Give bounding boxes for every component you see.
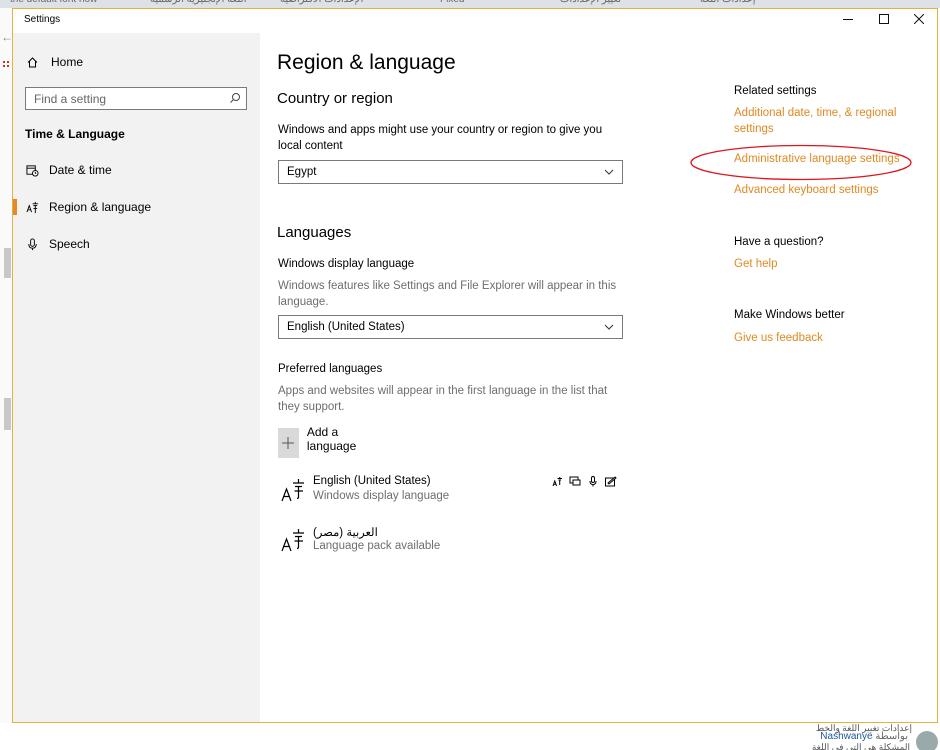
- administrative-language-link[interactable]: Administrative language settings: [734, 152, 900, 168]
- settings-window: Home Time & Language Date & time Region …: [12, 8, 938, 723]
- apps-grid-icon[interactable]: [2, 60, 10, 68]
- avatar[interactable]: [916, 731, 938, 750]
- feedback-heading: Make Windows better: [734, 309, 845, 321]
- advanced-keyboard-link[interactable]: Advanced keyboard settings: [734, 183, 878, 199]
- preferred-languages-description: Apps and websites will appear in the fir…: [278, 385, 608, 413]
- get-help-link[interactable]: Get help: [734, 257, 777, 273]
- sidebar-item-label: Date & time: [49, 163, 112, 177]
- browser-tab[interactable]: الإعدادات الافتراضية: [280, 0, 363, 8]
- sidebar-item-region-language[interactable]: Region & language: [13, 192, 260, 222]
- minimize-button[interactable]: [830, 9, 866, 29]
- preferred-languages-label: Preferred languages: [278, 363, 383, 375]
- browser-tab[interactable]: تغيير الإعدادات: [560, 0, 621, 8]
- search-input[interactable]: [26, 88, 216, 109]
- page-text: المشكلة هي التي في اللغة: [811, 742, 910, 750]
- sidebar-item-label: Speech: [49, 237, 90, 251]
- country-heading: Country or region: [277, 90, 393, 107]
- related-settings-heading: Related settings: [734, 85, 817, 97]
- title-bar[interactable]: Settings: [13, 9, 937, 33]
- language-icon: [25, 200, 39, 214]
- calendar-clock-icon: [25, 163, 39, 177]
- browser-tab[interactable]: Fixed: [440, 0, 464, 8]
- home-nav-item[interactable]: Home: [27, 54, 83, 70]
- display-language-label: Windows display language: [278, 258, 415, 270]
- question-heading: Have a question?: [734, 236, 824, 248]
- close-button[interactable]: [901, 9, 937, 29]
- country-value: Egypt: [287, 166, 317, 178]
- display-language-dropdown[interactable]: English (United States): [278, 315, 623, 339]
- add-language-button[interactable]: Add a language: [278, 425, 365, 458]
- minimize-icon: [843, 19, 853, 20]
- post-byline: Nashwanye بواسطة: [820, 731, 908, 742]
- browser-tab-strip: the default font now اللغة الإنجليزية ال…: [0, 0, 940, 8]
- browser-tab[interactable]: the default font now: [10, 0, 97, 8]
- chevron-down-icon: [604, 324, 614, 330]
- country-dropdown[interactable]: Egypt: [278, 160, 623, 184]
- page-title: Region & language: [277, 51, 456, 74]
- language-name: العربية (مصر): [313, 527, 378, 539]
- maximize-icon: [879, 14, 889, 24]
- language-list-item[interactable]: English (United States) Windows display …: [281, 475, 621, 515]
- language-name: English (United States): [313, 475, 431, 487]
- language-list-item[interactable]: العربية (مصر) Language pack available: [281, 525, 621, 565]
- sidebar: Home Time & Language Date & time Region …: [13, 9, 260, 722]
- page-fragment: [4, 398, 11, 430]
- close-icon: [914, 14, 924, 24]
- display-language-value: English (United States): [287, 321, 405, 333]
- give-feedback-link[interactable]: Give us feedback: [734, 331, 823, 347]
- display-icon: [568, 475, 582, 487]
- browser-page-bottom: إعدادات تغيير اللغة والخط Nashwanye بواس…: [0, 723, 940, 750]
- language-icon: [281, 479, 304, 502]
- language-pack-icon: [550, 475, 564, 487]
- window-title: Settings: [24, 14, 61, 25]
- browser-left-edge: ←: [0, 8, 13, 750]
- search-box[interactable]: [25, 87, 247, 110]
- handwriting-icon: [604, 475, 618, 487]
- country-description: Windows and apps might use your country …: [278, 124, 603, 152]
- browser-tab[interactable]: إعدادات اللغة: [700, 0, 756, 8]
- display-language-description: Windows features like Settings and File …: [278, 280, 617, 308]
- plus-icon: [278, 428, 299, 458]
- language-status: Windows display language: [313, 490, 450, 502]
- section-heading: Time & Language: [25, 127, 125, 141]
- language-status: Language pack available: [313, 540, 441, 552]
- sidebar-item-label: Region & language: [49, 200, 152, 214]
- chevron-down-icon: [604, 169, 614, 175]
- microphone-icon: [25, 237, 39, 251]
- author-link[interactable]: Nashwanye: [820, 731, 872, 742]
- home-label: Home: [51, 55, 84, 69]
- language-features: [550, 475, 618, 487]
- home-icon: [27, 56, 38, 67]
- search-icon[interactable]: [229, 92, 241, 104]
- languages-heading: Languages: [277, 224, 352, 241]
- speech-icon: [586, 475, 600, 487]
- add-language-label: Add a language: [306, 425, 357, 453]
- browser-tab[interactable]: اللغة الإنجليزية الرسمية: [150, 0, 246, 8]
- sidebar-item-date-time[interactable]: Date & time: [13, 155, 260, 185]
- additional-date-time-link[interactable]: Additional date, time, & regional settin…: [734, 106, 909, 137]
- maximize-button[interactable]: [866, 9, 902, 29]
- sidebar-item-speech[interactable]: Speech: [13, 229, 260, 259]
- by-label: بواسطة: [875, 731, 908, 742]
- page-fragment: [4, 248, 11, 278]
- language-icon: [281, 529, 304, 552]
